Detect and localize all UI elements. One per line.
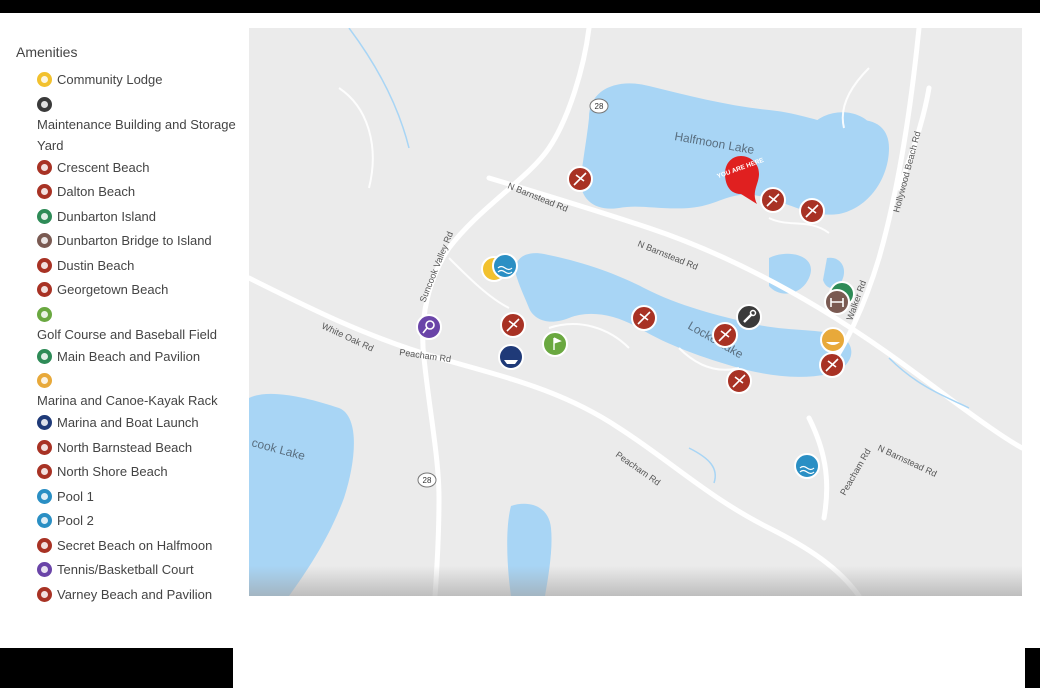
beach-umbrella-icon xyxy=(37,159,52,175)
locke-lake-arm xyxy=(769,253,811,294)
legend-item-north-barnstead-beach[interactable]: North Barnstead Beach xyxy=(37,436,244,461)
beach-marker[interactable] xyxy=(567,166,593,192)
legend-item-label: Pool 2 xyxy=(57,513,94,528)
peacham-rd-label-3: Peacham Rd xyxy=(838,447,873,497)
wrench-icon xyxy=(37,96,52,112)
dunbarton-bridge-marker[interactable] xyxy=(824,289,850,315)
legend-item-golf-course[interactable]: Golf Course and Baseball Field xyxy=(37,306,244,345)
legend-item-label: Dustin Beach xyxy=(57,257,135,273)
legend-item-label: Crescent Beach xyxy=(57,159,150,175)
amenities-map[interactable]: 28 28 Halfmoon Lake Locke Lake cook Lake… xyxy=(249,28,1022,596)
lodge-icon xyxy=(37,72,52,87)
legend-item-secret-beach[interactable]: Secret Beach on Halfmoon xyxy=(37,534,244,559)
legend-item-dunbarton-bridge[interactable]: Dunbarton Bridge to Island xyxy=(37,229,244,254)
beach-umbrella-icon xyxy=(37,184,52,199)
beach-marker[interactable] xyxy=(712,322,738,348)
legend-item-georgetown-beach[interactable]: Georgetown Beach xyxy=(37,278,244,303)
canoe-icon xyxy=(37,373,52,388)
route-28-shield-south: 28 xyxy=(417,472,437,488)
legend-item-label: Main Beach and Pavilion xyxy=(57,348,201,364)
legend-item-label: Marina and Boat Launch xyxy=(57,415,199,430)
legend-item-label: Tennis/Basketball Court xyxy=(57,562,194,577)
n-barnstead-rd-label-3: N Barnstead Rd xyxy=(876,443,938,479)
legend-item-label: North Shore Beach xyxy=(57,464,168,479)
beach-marker[interactable] xyxy=(726,368,752,394)
legend-item-main-beach[interactable]: Main Beach and Pavilion xyxy=(37,345,244,370)
beach-umbrella-icon xyxy=(37,464,52,479)
legend-item-label: Dalton Beach xyxy=(57,184,136,199)
beach-marker[interactable] xyxy=(819,352,845,378)
legend-item-dustin-beach[interactable]: Dustin Beach xyxy=(37,254,244,279)
bottom-left-black-bar xyxy=(0,648,233,688)
beach-umbrella-icon xyxy=(37,537,52,553)
maintenance-marker[interactable] xyxy=(736,304,762,330)
pool-marker[interactable] xyxy=(492,253,518,279)
legend-item-community-lodge[interactable]: Community Lodge xyxy=(37,68,244,93)
legend-item-label: Varney Beach and Pavilion xyxy=(57,586,213,602)
legend-item-label: Golf Course and Baseball Field xyxy=(37,326,217,342)
beach-marker[interactable] xyxy=(799,198,825,224)
legend-item-marina-boat-launch[interactable]: Marina and Boat Launch xyxy=(37,411,244,436)
island-icon xyxy=(37,208,52,224)
beach-umbrella-icon xyxy=(37,282,52,297)
route-28-label: 28 xyxy=(423,476,432,485)
bridge-icon xyxy=(37,233,52,248)
beach-marker[interactable] xyxy=(631,305,657,331)
legend-item-label: Community Lodge xyxy=(57,72,163,87)
legend-item-varney-beach[interactable]: Varney Beach and Pavilion xyxy=(37,583,244,608)
legend-item-label: Pool 1 xyxy=(57,488,94,504)
pool-icon xyxy=(37,513,52,528)
hollywood-beach-rd-label: Hollywood Beach Rd xyxy=(891,130,922,213)
beach-marker[interactable] xyxy=(760,187,786,213)
legend-item-dunbarton-island[interactable]: Dunbarton Island xyxy=(37,205,244,230)
golf-course-marker[interactable] xyxy=(542,331,568,357)
marina-canoe-marker[interactable] xyxy=(820,327,846,353)
beach-umbrella-icon xyxy=(37,586,52,602)
beach-marker[interactable] xyxy=(500,312,526,338)
minor-road-5 xyxy=(338,87,374,189)
top-black-bar xyxy=(0,0,1040,13)
tennis-court-marker[interactable] xyxy=(416,314,442,340)
golf-flag-icon xyxy=(37,306,52,322)
legend-item-pool-2[interactable]: Pool 2 xyxy=(37,509,244,534)
pool-marker[interactable] xyxy=(794,453,820,479)
boat-icon xyxy=(37,415,52,430)
route-28-label: 28 xyxy=(595,102,604,111)
legend-item-label: Maintenance Building and Storage Yard xyxy=(37,116,236,153)
route-28-shield-north: 28 xyxy=(589,98,609,114)
map-canvas: 28 28 Halfmoon Lake Locke Lake cook Lake… xyxy=(249,28,1022,596)
legend-item-dalton-beach[interactable]: Dalton Beach xyxy=(37,180,244,205)
legend-item-marina-canoe[interactable]: Marina and Canoe-Kayak Rack xyxy=(37,373,244,411)
tennis-racket-icon xyxy=(37,562,52,577)
legend-item-label: Dunbarton Island xyxy=(57,208,157,224)
beach-umbrella-icon xyxy=(37,439,52,455)
marina-boat-launch-marker[interactable] xyxy=(498,344,524,370)
suncook-valley-rd-label: Suncook Valley Rd xyxy=(418,230,456,304)
legend-item-label: Secret Beach on Halfmoon xyxy=(57,537,213,553)
legend-item-north-shore-beach[interactable]: North Shore Beach xyxy=(37,460,244,485)
legend-item-label: Dunbarton Bridge to Island xyxy=(57,233,212,248)
legend-item-pool-1[interactable]: Pool 1 xyxy=(37,485,244,510)
bottom-right-black-bar xyxy=(1025,648,1040,688)
pavilion-icon xyxy=(37,348,52,364)
beach-umbrella-icon xyxy=(37,257,52,273)
amenities-legend: Amenities Community Lodge Maintenance Bu… xyxy=(16,44,244,607)
map-bottom-shadow xyxy=(249,566,1022,596)
legend-item-label: Georgetown Beach xyxy=(57,282,169,297)
legend-item-maintenance[interactable]: Maintenance Building and Storage Yard xyxy=(37,96,244,156)
legend-item-label: North Barnstead Beach xyxy=(57,439,193,455)
pool-icon xyxy=(37,488,52,504)
legend-title: Amenities xyxy=(16,44,78,60)
legend-item-tennis-court[interactable]: Tennis/Basketball Court xyxy=(37,558,244,583)
legend-item-crescent-beach[interactable]: Crescent Beach xyxy=(37,156,244,181)
legend-item-label: Marina and Canoe-Kayak Rack xyxy=(37,393,218,408)
stream-1 xyxy=(348,28,410,149)
